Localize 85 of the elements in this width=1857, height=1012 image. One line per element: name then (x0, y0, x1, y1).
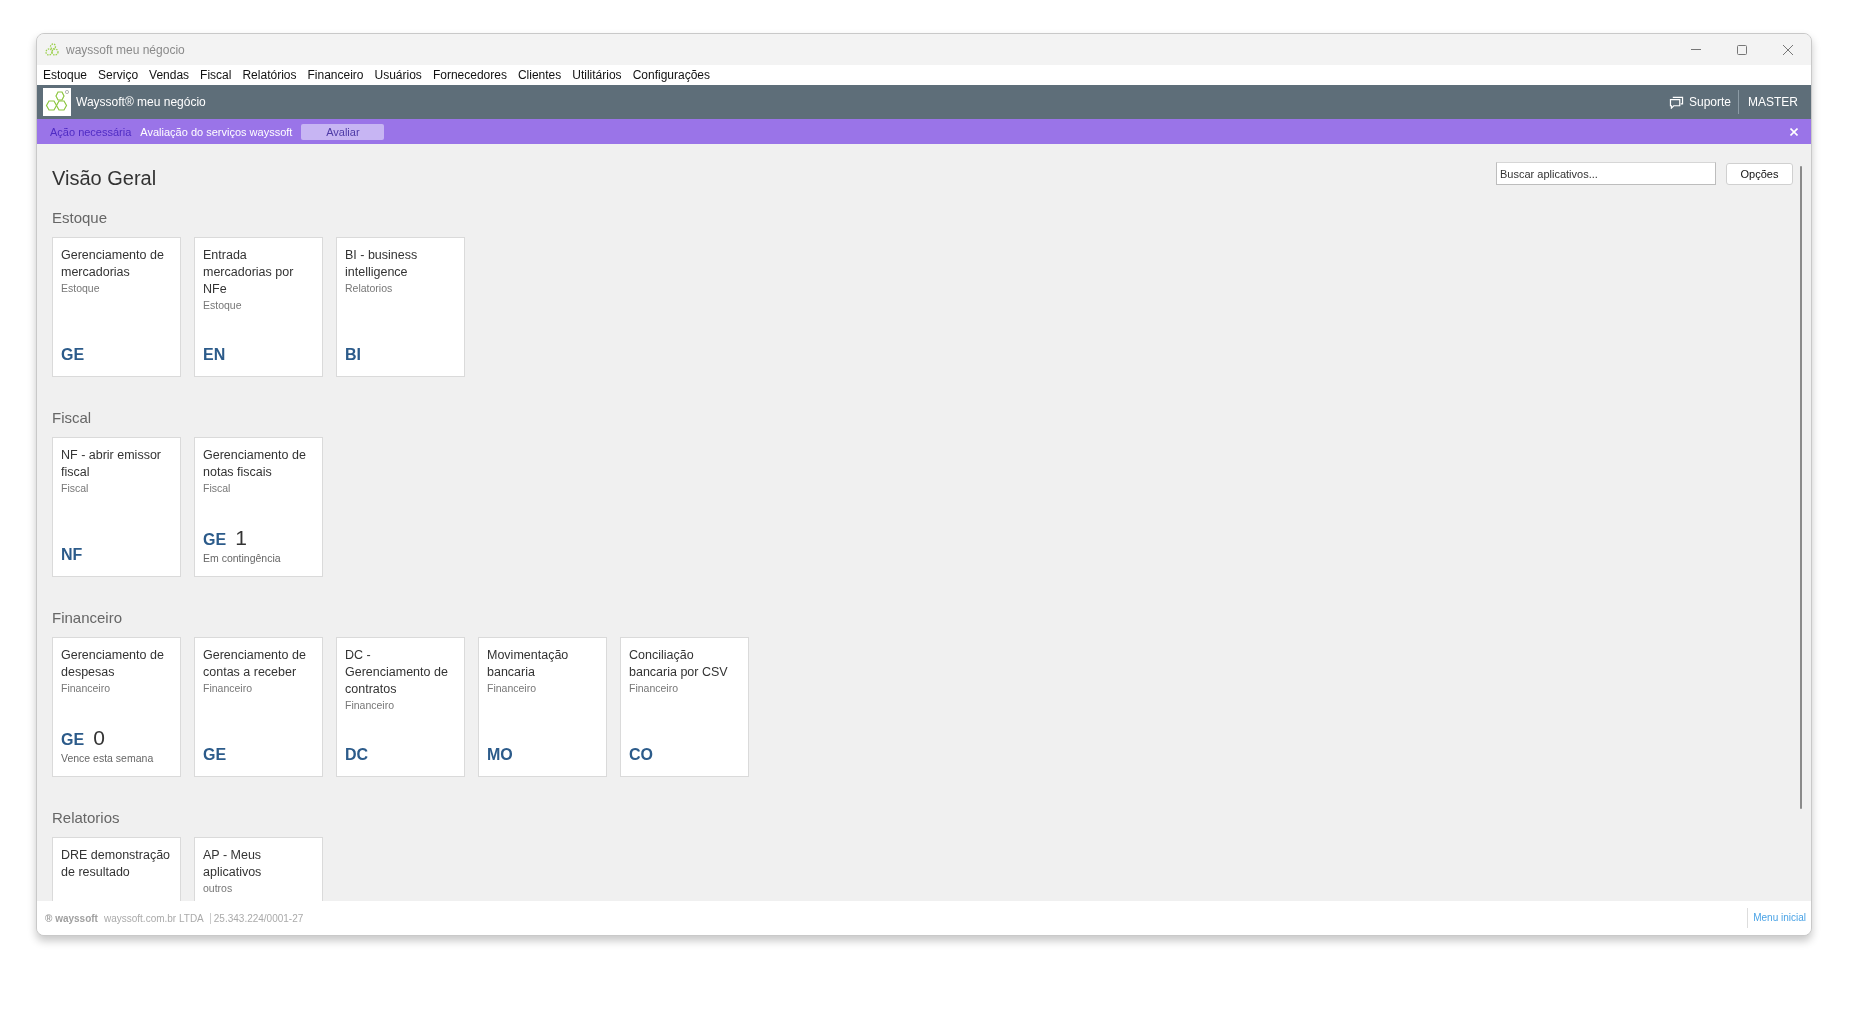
brand-name: Wayssoft® meu negócio (76, 95, 206, 109)
app-title: Gerenciamento de notas fiscais (203, 447, 307, 481)
menu-item[interactable]: Estoque (43, 68, 88, 82)
rate-button[interactable]: Avaliar (301, 123, 385, 140)
search-field[interactable]: Buscar aplicativos... (1496, 162, 1716, 185)
app-category: Financeiro (345, 698, 396, 712)
hexagon-logo-icon (43, 88, 71, 116)
app-code: NF (61, 545, 83, 565)
support-button[interactable]: Suporte (1668, 95, 1731, 109)
app-category: Financeiro (61, 681, 112, 695)
app-title: AP - Meus aplicativos (203, 847, 263, 881)
scrollbar-thumb[interactable] (1800, 166, 1802, 809)
app-tile[interactable]: Gerenciamento de mercadorias Estoque GE (52, 237, 181, 377)
app-category: Estoque (203, 298, 243, 312)
app-title: Entrada mercadorias por NFe (203, 247, 295, 298)
app-category: Financeiro (203, 681, 254, 695)
section-heading: Fiscal (52, 408, 93, 428)
app-code: GE (203, 530, 227, 550)
close-icon (1790, 127, 1798, 136)
app-tile[interactable]: Entrada mercadorias por NFe Estoque EN (194, 237, 323, 377)
page-title: Visão Geral (52, 166, 157, 191)
menu-item[interactable]: Configurações (632, 68, 710, 82)
maximize-icon (1737, 44, 1747, 55)
app-tile[interactable]: Gerenciamento de despesas Financeiro GE 0 Vence esta semana (52, 637, 181, 777)
app-tile[interactable]: Conciliação bancaria por CSV Financeiro CO (620, 637, 749, 777)
app-tile[interactable]: Gerenciamento de notas fiscais Fiscal GE 1 Em contingência (194, 437, 323, 577)
section-heading: Relatorios (52, 808, 121, 828)
close-icon (1783, 44, 1793, 55)
notice-tag: Ação necessária (50, 125, 132, 138)
menu-item[interactable]: Fornecedores (432, 68, 507, 82)
app-tile[interactable]: Movimentação bancaria Financeiro MO (478, 637, 607, 777)
app-title: BI - business intelligence (345, 247, 419, 281)
app-title: Gerenciamento de despesas (61, 647, 165, 681)
app-tile[interactable]: DRE demonstração de resultado (52, 837, 181, 901)
app-code: GE (61, 345, 85, 365)
app-tile[interactable]: NF - abrir emissor fiscal Fiscal NF (52, 437, 181, 577)
notice-message: Avaliação do serviços wayssoft (140, 125, 293, 138)
app-tile[interactable]: AP - Meus aplicativos outros (194, 837, 323, 901)
company-id: 25.343.224/0001-27 (209, 912, 304, 924)
app-title: DRE demonstração de resultado (61, 847, 172, 881)
pending-count: 1 (235, 526, 247, 550)
app-category: Fiscal (61, 481, 90, 495)
app-code: MO (487, 745, 513, 765)
app-code: GE (203, 745, 227, 765)
app-category: Financeiro (629, 681, 680, 695)
menu-item[interactable]: Vendas (149, 68, 190, 82)
app-title: Gerenciamento de mercadorias (61, 247, 165, 281)
app-tile[interactable]: DC - Gerenciamento de contratos Financeiro DC (336, 637, 465, 777)
menu-item[interactable]: Clientes (517, 68, 562, 82)
app-code: CO (629, 745, 653, 765)
app-title: DC - Gerenciamento de contratos (345, 647, 449, 698)
options-button[interactable]: Opções (1726, 162, 1793, 185)
chat-icon (1668, 95, 1684, 109)
window-title: wayssoft meu négocio (66, 42, 185, 57)
app-title: Movimentação bancaria (487, 647, 570, 681)
company-name: wayssoft.com.br LTDA (103, 912, 204, 924)
menu-item[interactable]: Financeiro (307, 68, 364, 82)
app-icon (45, 42, 59, 57)
app-tile[interactable]: Gerenciamento de contas a receber Financeiro GE (194, 637, 323, 777)
app-title: Gerenciamento de contas a receber (203, 647, 307, 681)
app-category: Financeiro (487, 681, 538, 695)
section-heading: Estoque (52, 208, 109, 228)
app-category: outros (203, 881, 234, 895)
app-category: Estoque (61, 281, 101, 295)
app-title: Conciliação bancaria por CSV (629, 647, 729, 681)
section-heading: Financeiro (52, 608, 124, 628)
app-code: EN (203, 345, 226, 365)
app-title: NF - abrir emissor fiscal (61, 447, 162, 481)
minimize-icon (1691, 49, 1701, 50)
pending-count: 0 (93, 726, 105, 750)
count-label: Vence esta semana (61, 752, 155, 765)
menu-item[interactable]: Utilitários (572, 68, 622, 82)
menu-item[interactable]: Serviço (98, 68, 139, 82)
app-category: Fiscal (203, 481, 232, 495)
app-category: Relatorios (345, 281, 394, 295)
user-menu[interactable]: MASTER (1748, 95, 1798, 109)
menu-item[interactable]: Fiscal (200, 68, 232, 82)
footer-brand: ® wayssoft (45, 912, 98, 924)
menu-item[interactable]: Relatórios (242, 68, 297, 82)
app-code: GE (61, 730, 85, 750)
app-code: DC (345, 745, 369, 765)
app-tile[interactable]: BI - business intelligence Relatorios BI (336, 237, 465, 377)
count-label: Em contingência (203, 552, 282, 565)
menu-item[interactable]: Usuários (374, 68, 422, 82)
app-code: BI (345, 345, 361, 365)
